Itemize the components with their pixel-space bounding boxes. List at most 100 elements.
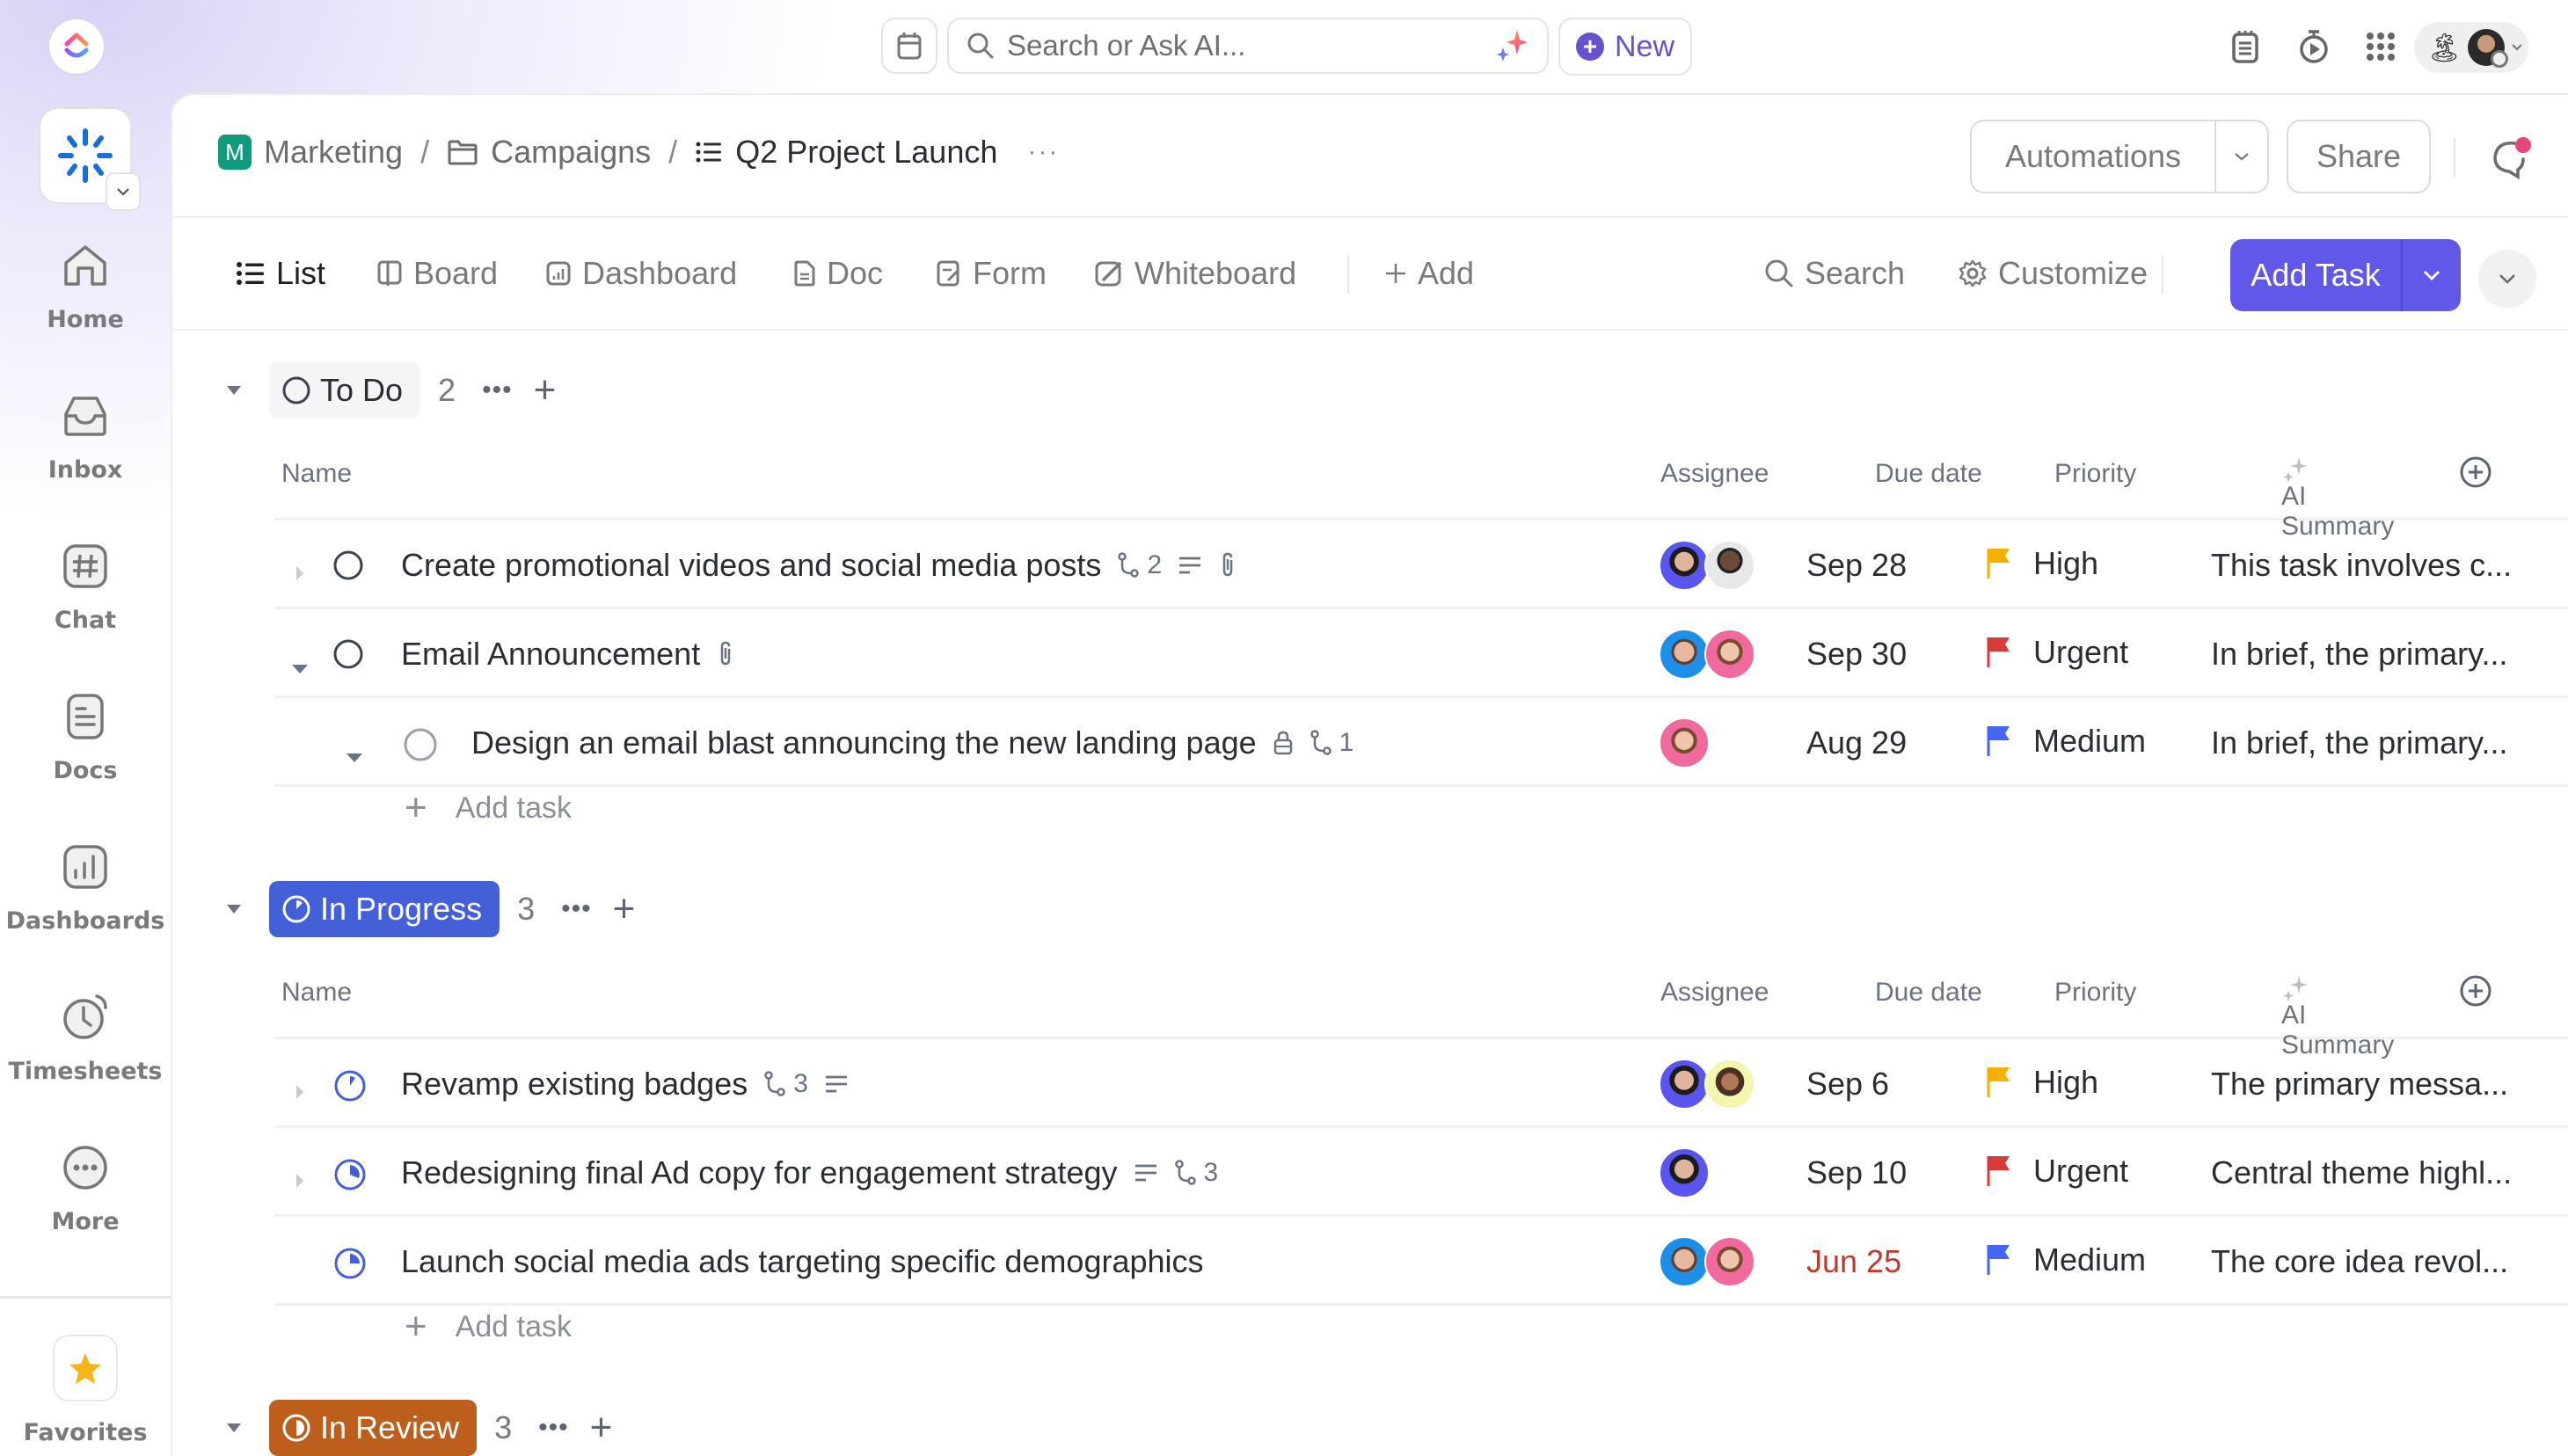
tab-list[interactable]: List [236,218,325,329]
column-priority[interactable]: Priority [2054,978,2136,1008]
subtask-count[interactable]: 1 [1310,728,1353,758]
collapse-group-caret[interactable] [216,384,252,397]
collapse-toolbar-button[interactable] [2478,250,2536,308]
workspace-dropdown[interactable] [106,172,141,211]
subtask-count[interactable]: 3 [763,1069,808,1099]
breadcrumb-space[interactable]: Marketing [264,134,403,171]
group-options-button[interactable]: ••• [538,1413,569,1443]
ai-summary[interactable]: In brief, the primary... [2211,724,2507,761]
task-row[interactable]: Create promotional videos and social med… [274,521,2568,609]
rail-item-home[interactable]: Home [0,239,171,333]
assignees[interactable] [1659,629,1755,680]
apps-grid-icon[interactable] [2360,26,2401,67]
rail-item-chat[interactable]: Chat [0,540,171,634]
due-date[interactable]: Sep 10 [1806,1154,1907,1191]
breadcrumb-list[interactable]: Q2 Project Launch [735,134,997,171]
breadcrumb-folder[interactable]: Campaigns [491,134,651,171]
chat-panel-button[interactable] [2485,132,2538,185]
in-progress-status-icon[interactable] [332,1246,368,1289]
tab-dashboard[interactable]: Dashboard [545,218,737,329]
priority[interactable]: High [1986,1064,2098,1101]
rail-item-dashboards[interactable]: Dashboards [0,841,171,935]
todo-status-icon[interactable] [332,638,364,678]
column-ai-summary[interactable]: AI Summary [2281,455,2394,541]
task-row[interactable]: Email Announcement Sep 30 Urgent In brie… [274,609,2568,698]
notepad-icon[interactable] [2225,26,2265,67]
expand-caret[interactable] [294,1161,306,1198]
add-column-button[interactable] [2459,455,2492,496]
group-add-task-button[interactable]: + [613,890,636,928]
in-progress-status-icon[interactable] [332,1068,368,1111]
group-options-button[interactable]: ••• [561,894,592,924]
favorites-button[interactable] [53,1335,118,1401]
add-view-button[interactable]: Add [1384,218,1474,329]
tab-whiteboard[interactable]: Whiteboard [1094,218,1296,329]
due-date[interactable]: Sep 30 [1806,636,1907,673]
priority[interactable]: Medium [1986,723,2146,760]
add-task-dropdown[interactable] [2401,239,2461,311]
column-due-date[interactable]: Due date [1875,978,1982,1008]
search-tasks-button[interactable]: Search [1764,218,1905,329]
customize-button[interactable]: Customize [1958,218,2148,329]
subtask-count[interactable]: 3 [1174,1158,1218,1188]
column-name[interactable]: Name [281,459,352,489]
due-date[interactable]: Sep 6 [1806,1066,1889,1103]
ai-summary[interactable]: In brief, the primary... [2211,636,2507,673]
column-assignee[interactable]: Assignee [1660,459,1769,489]
column-assignee[interactable]: Assignee [1660,978,1769,1008]
tab-board[interactable]: Board [376,218,498,329]
expand-caret[interactable] [294,1073,306,1110]
add-task-button[interactable]: Add Task [2230,239,2461,311]
column-due-date[interactable]: Due date [1875,459,1982,489]
collapse-caret[interactable] [345,735,364,772]
task-row[interactable]: Revamp existing badges 3 Sep 6 High The … [274,1039,2568,1128]
group-add-task-button[interactable]: + [590,1409,613,1447]
user-menu[interactable]: 🏝 [2414,22,2528,73]
task-name[interactable]: Redesigning final Ad copy for engagement… [401,1154,1218,1191]
priority[interactable]: Urgent [1986,1153,2128,1190]
due-date[interactable]: Aug 29 [1806,724,1907,761]
rail-item-docs[interactable]: Docs [0,690,171,784]
add-task-inline[interactable]: + Add task [405,786,572,830]
new-button[interactable]: + New [1558,18,1692,76]
column-priority[interactable]: Priority [2054,459,2136,489]
priority[interactable]: Urgent [1986,634,2128,671]
ai-sparkle-icon[interactable] [1494,28,1529,63]
collapse-caret[interactable] [290,646,310,683]
calendar-button[interactable] [881,18,937,74]
global-search-input[interactable]: Search or Ask AI... [947,18,1549,74]
todo-status-icon[interactable] [403,727,438,770]
group-add-task-button[interactable]: + [534,371,557,410]
task-row[interactable]: Redesigning final Ad copy for engagement… [274,1128,2568,1217]
tab-form[interactable]: Form [936,218,1047,329]
task-name[interactable]: Revamp existing badges 3 [401,1066,849,1103]
group-options-button[interactable]: ••• [482,375,513,405]
assignees[interactable] [1659,540,1755,591]
ai-summary[interactable]: The core idea revol... [2211,1243,2508,1280]
status-pill[interactable]: To Do [269,362,421,419]
list-options-button[interactable]: ··· [1027,137,1059,167]
expand-caret[interactable] [294,554,306,591]
priority[interactable]: High [1986,545,2098,582]
share-button[interactable]: Share [2287,120,2431,193]
task-name[interactable]: Create promotional videos and social med… [401,547,1237,584]
rail-item-more[interactable]: More [0,1141,171,1235]
add-column-button[interactable] [2459,974,2492,1015]
subtask-row[interactable]: Design an email blast announcing the new… [274,698,2568,787]
task-name[interactable]: Design an email blast announcing the new… [471,724,1353,761]
subtask-count[interactable]: 2 [1117,550,1162,580]
column-ai-summary[interactable]: AI Summary [2281,974,2394,1059]
automations-button[interactable]: Automations [1970,120,2269,193]
status-pill[interactable]: In Review [269,1400,478,1456]
collapse-group-caret[interactable] [216,903,252,915]
assignees[interactable] [1659,717,1710,768]
task-row[interactable]: Launch social media ads targeting specif… [274,1217,2568,1306]
due-date-overdue[interactable]: Jun 25 [1806,1243,1901,1280]
tab-doc[interactable]: Doc [793,218,883,329]
task-name[interactable]: Launch social media ads targeting specif… [401,1243,1204,1280]
due-date[interactable]: Sep 28 [1806,547,1907,584]
status-pill[interactable]: In Progress [269,881,500,937]
priority[interactable]: Medium [1986,1241,2146,1278]
automations-dropdown[interactable] [2214,121,2267,192]
ai-summary[interactable]: Central theme highl... [2211,1154,2512,1191]
